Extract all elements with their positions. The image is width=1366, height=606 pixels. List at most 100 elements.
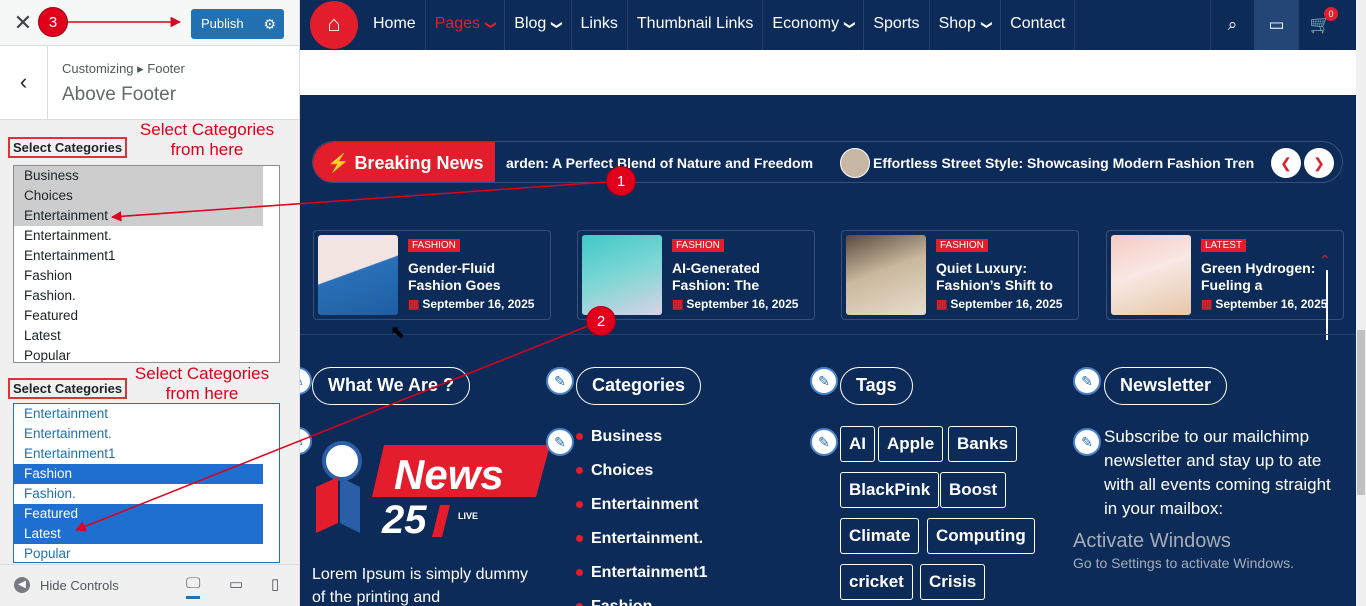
footer-category-link[interactable]: Entertainment1 [576,563,707,597]
hide-controls-button[interactable]: Hide Controls [40,578,119,593]
search-icon[interactable]: ⌕ [1210,0,1254,50]
post-date: ▦ September 16, 2025 [936,297,1062,311]
category-option[interactable]: Entertainment. [14,226,263,246]
category-option[interactable]: Fashion [14,464,263,484]
calendar-icon: ▦ [408,297,420,311]
chevron-down-icon[interactable]: ❯ [826,20,874,29]
category-option[interactable]: Latest [14,524,263,544]
tag-link[interactable]: Banks [948,426,1018,462]
close-icon[interactable]: ✕ [10,10,36,36]
tag-link[interactable]: AI [840,426,875,462]
edit-pencil-icon[interactable]: ✎ [1073,428,1101,456]
tag-link[interactable]: Computing [927,518,1035,554]
edit-pencil-icon[interactable]: ✎ [546,428,574,456]
post-card[interactable]: FASHION Gender-Fluid Fashion Goes ▦ Septe… [313,230,551,320]
footer-category-link[interactable]: Entertainment [576,495,707,529]
footer-category-link[interactable]: Entertainment. [576,529,707,563]
mobile-preview-icon[interactable]: ▯ [271,575,279,593]
nav-item[interactable]: Contact [1001,0,1076,50]
categories-listbox-2[interactable]: Entertainment Entertainment. Entertainment… [13,403,280,563]
category-option[interactable]: Latest [14,326,263,346]
footer-category-label: Entertainment. [591,530,704,547]
edit-pencil-icon[interactable]: ✎ [546,367,574,395]
category-option[interactable]: Fashion [14,266,263,286]
edit-pencil-icon[interactable]: ✎ [810,428,838,456]
post-category-badge[interactable]: LATEST [1201,239,1247,252]
cart-icon[interactable]: 🛒 [1298,0,1342,50]
category-option[interactable]: Choices [14,186,263,206]
post-title[interactable]: AI-Generated Fashion: The [672,260,812,294]
nav-item[interactable]: Pages ❯ [426,0,506,50]
tag-link[interactable]: BlackPink [840,472,940,508]
ticker-item-1[interactable]: arden: A Perfect Blend of Nature and Fre… [506,142,813,182]
chevron-right-icon[interactable]: ❯ [1304,148,1334,178]
chevron-down-icon[interactable]: ❯ [467,20,515,29]
edit-pencil-icon[interactable]: ✎ [1073,367,1101,395]
scroll-top-icon[interactable]: ⌃ [1319,252,1331,269]
desktop-preview-icon[interactable]: 🖵 [186,575,201,599]
category-option[interactable]: Fashion. [14,484,263,504]
tag-link[interactable]: Climate [840,518,920,554]
category-option[interactable]: Entertainment. [14,424,263,444]
collapse-icon[interactable]: ◀ [14,577,30,593]
footer-category-link[interactable]: Fashion [576,597,707,606]
nav-item[interactable]: Sports [864,0,930,50]
nav-item-label: Sports [873,15,920,32]
edit-pencil-icon[interactable]: ✎ [300,367,312,395]
post-title[interactable]: Quiet Luxury: Fashion’s Shift to [936,260,1076,294]
post-category-badge[interactable]: FASHION [408,239,460,252]
nav-item[interactable]: Thumbnail Links [628,0,764,50]
category-option[interactable]: Featured [14,306,263,326]
scrollbar-thumb[interactable] [1357,330,1365,495]
news25-logo[interactable]: News 25 LIVE [312,433,552,543]
tablet-preview-icon[interactable]: ▭ [229,575,243,593]
category-option[interactable]: Featured [14,504,263,524]
chevron-left-icon[interactable]: ❮ [1271,148,1301,178]
home-icon[interactable]: ⌂ [310,1,358,49]
section-header: ‹ Customizing ▸ Footer Above Footer [0,46,299,120]
nav-item-label: Links [580,15,618,32]
post-card[interactable]: FASHION Quiet Luxury: Fashion’s Shift to… [841,230,1079,320]
post-thumbnail[interactable] [846,235,926,315]
post-card[interactable]: LATEST Green Hydrogen: Fueling a ▦ Septem… [1106,230,1344,320]
post-thumbnail[interactable] [582,235,662,315]
annotation-badge-3: 3 [38,7,68,37]
nav-item-label: Contact [1010,15,1066,32]
edit-pencil-icon[interactable]: ✎ [300,427,312,455]
category-option[interactable]: Entertainment1 [14,444,263,464]
nav-item[interactable]: Home [364,0,426,50]
category-option[interactable]: Fashion. [14,286,263,306]
gear-icon[interactable]: ⚙ [263,9,276,39]
tag-link[interactable]: cricket [840,564,913,600]
monitor-icon[interactable]: ▭ [1254,0,1298,50]
publish-button[interactable]: Publish ⚙ [191,9,284,39]
chevron-down-icon[interactable]: ❯ [533,20,581,29]
ticker-item-2[interactable]: Effortless Street Style: Showcasing Mode… [873,142,1254,182]
nav-item[interactable]: Shop ❯ [930,0,1002,50]
category-option[interactable]: Popular [14,346,263,362]
category-option[interactable]: Entertainment [14,404,263,424]
category-option[interactable]: Entertainment [14,206,263,226]
preview-scrollbar[interactable] [1356,0,1366,606]
tag-link[interactable]: Boost [940,472,1007,508]
post-thumbnail[interactable] [318,235,398,315]
categories-listbox-1[interactable]: Business Choices Entertainment Entertainmen… [13,165,280,363]
edit-pencil-icon[interactable]: ✎ [810,367,838,395]
footer-category-link[interactable]: Business [576,427,707,461]
category-option[interactable]: Popular [14,544,263,562]
category-option[interactable]: Entertainment1 [14,246,263,266]
tag-link[interactable]: Apple [878,426,944,462]
back-icon[interactable]: ‹ [0,46,48,120]
post-card[interactable]: FASHION AI-Generated Fashion: The ▦ Septe… [577,230,815,320]
post-category-badge[interactable]: FASHION [936,239,988,252]
nav-item[interactable]: Economy ❯ [763,0,865,50]
post-thumbnail[interactable] [1111,235,1191,315]
tag-link[interactable]: Crisis [920,564,986,600]
chevron-down-icon[interactable]: ❯ [963,20,1011,29]
post-category-badge[interactable]: FASHION [672,239,724,252]
category-option[interactable]: Business [14,166,263,186]
post-title[interactable]: Gender-Fluid Fashion Goes [408,260,548,294]
footer-category-link[interactable]: Choices [576,461,707,495]
nav-item[interactable]: Blog ❯ [505,0,572,50]
bullet-dot [576,467,583,475]
